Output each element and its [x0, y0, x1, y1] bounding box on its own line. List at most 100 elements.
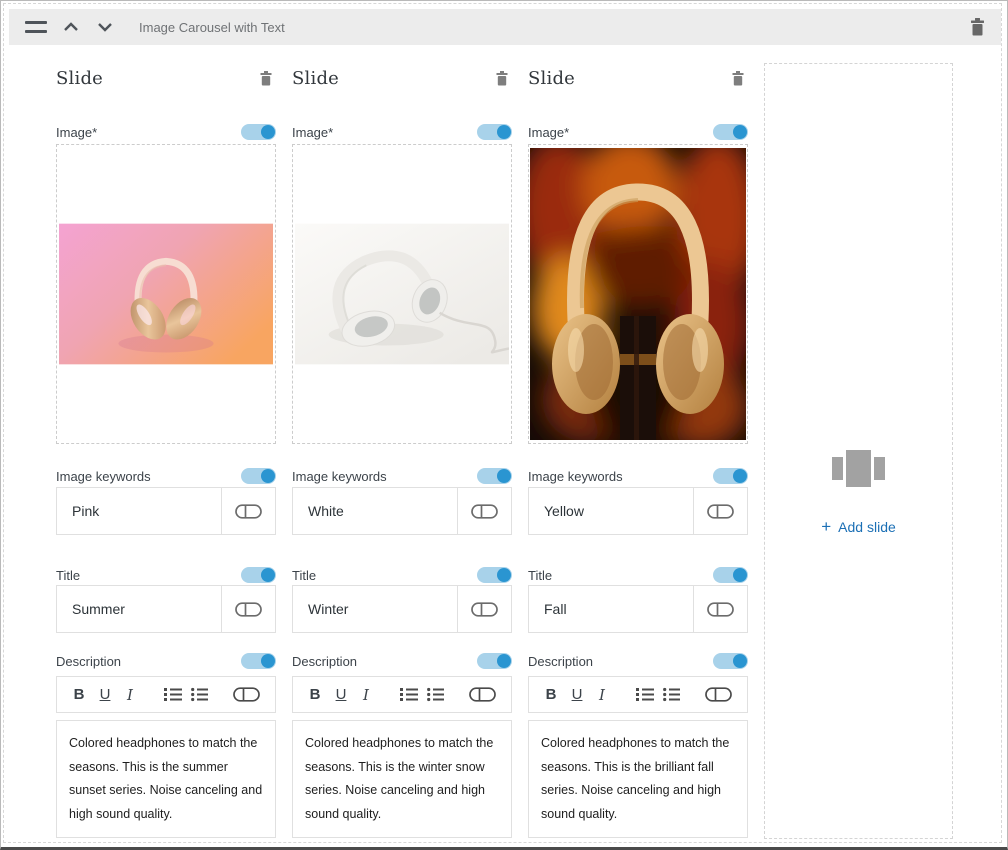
carousel-icon	[832, 450, 885, 487]
plus-icon: +	[821, 518, 831, 535]
merge-tag-button[interactable]	[693, 488, 747, 534]
slide-image	[59, 223, 273, 365]
description-field-row: Description	[56, 652, 276, 670]
delete-slide-button[interactable]	[260, 71, 272, 86]
image-dropzone[interactable]	[528, 144, 748, 444]
ordered-list-button[interactable]	[400, 683, 418, 707]
merge-tag-button[interactable]	[221, 488, 275, 534]
title-toggle[interactable]	[713, 567, 748, 583]
description-toggle[interactable]	[713, 653, 748, 669]
image-toggle[interactable]	[241, 124, 276, 140]
italic-button[interactable]: I	[594, 683, 610, 707]
chevron-down-icon	[97, 22, 113, 32]
trash-icon	[732, 71, 744, 86]
merge-tag-button[interactable]	[457, 488, 511, 534]
ordered-list-icon	[164, 687, 182, 702]
trash-icon	[496, 71, 508, 86]
merge-tag-icon	[471, 504, 498, 519]
bold-button[interactable]: B	[542, 683, 560, 707]
drag-handle-icon[interactable]	[25, 21, 47, 33]
title-input-group	[56, 585, 276, 633]
richtext-toolbar: B U I	[56, 676, 276, 713]
keywords-input[interactable]	[529, 488, 693, 534]
bold-button[interactable]: B	[70, 683, 88, 707]
unordered-list-icon	[663, 687, 680, 702]
bold-button[interactable]: B	[306, 683, 324, 707]
merge-tag-icon	[705, 687, 732, 702]
slide-image	[530, 148, 746, 440]
keywords-toggle[interactable]	[713, 468, 748, 484]
richtext-toolbar: B U I	[528, 676, 748, 713]
description-toggle[interactable]	[241, 653, 276, 669]
keywords-input[interactable]	[293, 488, 457, 534]
slide-column-1: Slide Image*	[56, 63, 276, 839]
unordered-list-button[interactable]	[427, 683, 444, 707]
slide-header: Slide	[528, 65, 748, 91]
image-dropzone[interactable]	[56, 144, 276, 444]
keywords-field-row: Image keywords	[528, 467, 748, 485]
merge-tag-button[interactable]	[221, 586, 275, 632]
merge-tag-icon	[233, 687, 260, 702]
title-field-row: Title	[528, 566, 748, 584]
merge-tag-icon	[707, 602, 734, 617]
unordered-list-button[interactable]	[663, 683, 680, 707]
underline-button[interactable]: U	[568, 683, 586, 707]
underline-button[interactable]: U	[96, 683, 114, 707]
image-label: Image*	[292, 125, 333, 140]
merge-tag-button[interactable]	[693, 586, 747, 632]
unordered-list-icon	[427, 687, 444, 702]
delete-slide-button[interactable]	[496, 71, 508, 86]
delete-block-button[interactable]	[970, 18, 985, 36]
description-label: Description	[528, 654, 593, 669]
delete-slide-button[interactable]	[732, 71, 744, 86]
keywords-field-row: Image keywords	[292, 467, 512, 485]
merge-tag-icon	[235, 602, 262, 617]
keywords-toggle[interactable]	[241, 468, 276, 484]
unordered-list-button[interactable]	[191, 683, 208, 707]
keywords-field-row: Image keywords	[56, 467, 276, 485]
description-editor[interactable]: Colored headphones to match the seasons.…	[292, 720, 512, 838]
merge-tag-icon	[469, 687, 496, 702]
keywords-label: Image keywords	[292, 469, 387, 484]
title-field-row: Title	[292, 566, 512, 584]
move-up-button[interactable]	[61, 20, 81, 34]
underline-button[interactable]: U	[332, 683, 350, 707]
description-editor[interactable]: Colored headphones to match the seasons.…	[56, 720, 276, 838]
ordered-list-icon	[636, 687, 654, 702]
image-label: Image*	[56, 125, 97, 140]
add-slide-button[interactable]: + Add slide	[821, 518, 896, 535]
ordered-list-icon	[400, 687, 418, 702]
merge-tag-button[interactable]	[233, 683, 260, 707]
slide-heading: Slide	[56, 68, 103, 89]
italic-button[interactable]: I	[122, 683, 138, 707]
merge-tag-button[interactable]	[705, 683, 732, 707]
title-input[interactable]	[293, 586, 457, 632]
add-slide-label: Add slide	[838, 519, 896, 535]
merge-tag-button[interactable]	[469, 683, 496, 707]
title-input-group	[528, 585, 748, 633]
title-toggle[interactable]	[241, 567, 276, 583]
title-input[interactable]	[57, 586, 221, 632]
title-label: Title	[528, 568, 552, 583]
description-label: Description	[292, 654, 357, 669]
title-input[interactable]	[529, 586, 693, 632]
slide-heading: Slide	[292, 68, 339, 89]
title-toggle[interactable]	[477, 567, 512, 583]
image-field-row: Image*	[56, 123, 276, 141]
description-editor[interactable]: Colored headphones to match the seasons.…	[528, 720, 748, 838]
slide-column-3: Slide Image*	[528, 63, 748, 839]
ordered-list-button[interactable]	[164, 683, 182, 707]
merge-tag-button[interactable]	[457, 586, 511, 632]
keywords-toggle[interactable]	[477, 468, 512, 484]
keywords-label: Image keywords	[528, 469, 623, 484]
ordered-list-button[interactable]	[636, 683, 654, 707]
image-toggle[interactable]	[713, 124, 748, 140]
image-dropzone[interactable]	[292, 144, 512, 444]
move-down-button[interactable]	[95, 20, 115, 34]
description-field-row: Description	[292, 652, 512, 670]
italic-button[interactable]: I	[358, 683, 374, 707]
keywords-input[interactable]	[57, 488, 221, 534]
description-label: Description	[56, 654, 121, 669]
image-toggle[interactable]	[477, 124, 512, 140]
description-toggle[interactable]	[477, 653, 512, 669]
